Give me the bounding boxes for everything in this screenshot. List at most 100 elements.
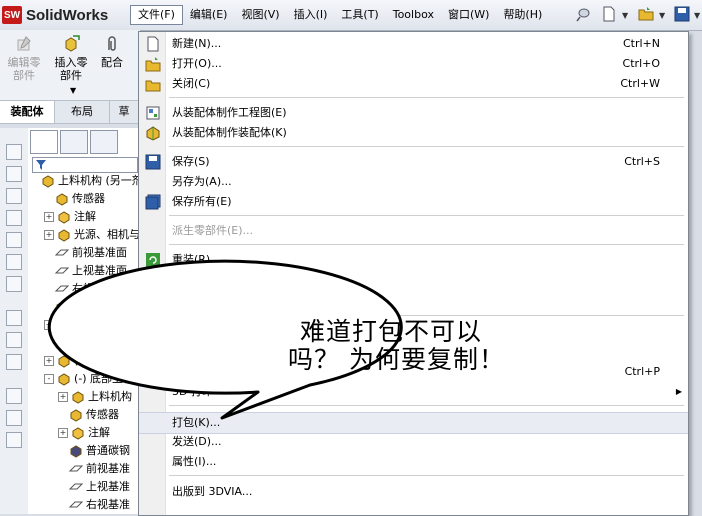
tree-node-label: 光源、相机与: [74, 228, 140, 241]
tree-node-icon: [55, 285, 69, 292]
tree-node[interactable]: 原点: [44, 298, 94, 316]
sketch-tool-icon[interactable]: [6, 332, 22, 348]
menu-item-close[interactable]: 关闭(C) Ctrl+W: [139, 74, 688, 94]
menu-item-publish-3dvia[interactable]: 出版到 3DVIA...: [139, 482, 688, 502]
tree-expand-toggle[interactable]: +: [58, 428, 68, 438]
view-cube-icon[interactable]: [6, 188, 22, 204]
filter-funnel-icon: [36, 160, 46, 170]
menu-insert[interactable]: 插入(I): [287, 5, 335, 25]
tree-node[interactable]: 上视基准: [58, 478, 130, 496]
tab-layout[interactable]: 布局: [55, 101, 110, 123]
view-cube-icon[interactable]: [6, 232, 22, 248]
tree-expand-toggle[interactable]: +: [44, 356, 54, 366]
menu-item-replace[interactable]: 替换(P)...: [139, 270, 688, 290]
menu-file[interactable]: 文件(F): [130, 5, 183, 25]
view-cube-icon[interactable]: [6, 210, 22, 226]
menu-item-properties[interactable]: 属性(I)...: [139, 452, 688, 472]
tree-node-icon: [58, 229, 70, 242]
view-cube-icon[interactable]: [6, 144, 22, 160]
tree-node-label: 上料机构 (另一剂: [58, 174, 140, 187]
tree-node-label: 传感器: [86, 408, 119, 421]
tree-node-icon: [58, 211, 70, 224]
open-dropdown-icon[interactable]: ▼: [659, 11, 665, 20]
view-cube-icon[interactable]: [6, 276, 22, 292]
tree-expand-toggle[interactable]: +: [58, 392, 68, 402]
menu-item-new[interactable]: 新建(N)... Ctrl+N: [139, 34, 688, 54]
menu-toolbox[interactable]: Toolbox: [386, 5, 441, 25]
tree-node[interactable]: 前视基准: [58, 460, 130, 478]
tree-filter-box[interactable]: [32, 157, 138, 173]
mate-button[interactable]: 配合: [96, 34, 128, 69]
menu-item-save[interactable]: 保存(S) Ctrl+S: [139, 152, 688, 172]
menu-item-save-as[interactable]: 另存为(A)...: [139, 172, 688, 192]
menu-item-send[interactable]: 发送(D)...: [139, 432, 688, 452]
menu-item-label: 另存为(A)...: [172, 175, 232, 188]
menu-edit[interactable]: 编辑(E): [183, 5, 235, 25]
menu-item-open[interactable]: 打开(O)... Ctrl+O: [139, 54, 688, 74]
tree-node[interactable]: - (-) 底部上料: [44, 370, 134, 388]
tree-node[interactable]: + 上料机构: [58, 388, 132, 406]
tree-node[interactable]: + 注解: [44, 208, 96, 226]
menu-item-label: 打包(K)...: [172, 416, 221, 429]
tree-node[interactable]: + (-) 上料板<1: [44, 316, 139, 334]
edit-component-button[interactable]: 编辑零部件: [4, 34, 44, 82]
app-logo: SW SolidWorks: [2, 5, 108, 25]
menu-separator: [169, 215, 684, 216]
tree-node-icon: [58, 355, 70, 368]
tree-node-icon: [42, 175, 54, 188]
tree-expand-toggle[interactable]: +: [44, 230, 54, 240]
layer-tool-icon[interactable]: [6, 388, 22, 404]
tree-node[interactable]: 传感器: [44, 190, 105, 208]
save-dropdown-icon[interactable]: ▼: [694, 11, 700, 20]
feature-tree-tab-icon[interactable]: [30, 130, 58, 154]
menu-window[interactable]: 窗口(W): [441, 5, 496, 25]
insert-component-dropdown-icon[interactable]: ▼: [70, 86, 76, 95]
view-cube-icon[interactable]: [6, 254, 22, 270]
menu-view[interactable]: 视图(V): [234, 5, 286, 25]
configuration-tab-icon[interactable]: [90, 130, 118, 154]
tab-sketch[interactable]: 草: [110, 101, 139, 123]
layer-tool-icon[interactable]: [6, 432, 22, 448]
sketch-tool-icon[interactable]: [6, 310, 22, 326]
menu-help[interactable]: 帮助(H): [496, 5, 549, 25]
tree-node[interactable]: (-) A_CXSM20: [44, 334, 140, 352]
sketch-tool-icon[interactable]: [6, 354, 22, 370]
tree-node[interactable]: 传感器: [58, 406, 119, 424]
save-icon[interactable]: [673, 5, 691, 23]
property-tab-icon[interactable]: [60, 130, 88, 154]
tab-assembly[interactable]: 装配体: [0, 101, 55, 123]
tree-node[interactable]: 右视基准面: [44, 280, 127, 298]
new-dropdown-icon[interactable]: ▼: [622, 11, 628, 20]
tree-node-label: 前视基准: [86, 462, 130, 475]
insert-component-button[interactable]: 插入零部件: [50, 34, 92, 82]
menu-item-save-all[interactable]: 保存所有(E): [139, 192, 688, 212]
tree-node[interactable]: + 光源、相机与: [44, 226, 140, 244]
tree-node[interactable]: 右视基准: [58, 496, 130, 514]
menu-item-find-references[interactable]: 查找相关文件(F)...: [139, 290, 688, 310]
tree-node[interactable]: + (-) 小盖工件: [44, 352, 134, 370]
menu-item-make-drawing[interactable]: 从装配体制作工程图(E): [139, 103, 688, 123]
menu-item-derive-part: 派生零部件(E)...: [139, 221, 688, 241]
tree-node[interactable]: + 注解: [58, 424, 110, 442]
open-folder-icon[interactable]: [637, 5, 655, 23]
menu-item-pack-and-go[interactable]: 打包(K)...: [139, 412, 688, 434]
tree-expand-toggle[interactable]: -: [44, 374, 54, 384]
menu-item-shortcut: Ctrl+P: [624, 365, 660, 378]
tree-expand-toggle[interactable]: +: [44, 320, 54, 330]
menu-item-make-assembly[interactable]: 从装配体制作装配体(K): [139, 123, 688, 143]
new-document-icon[interactable]: [600, 5, 618, 23]
tree-node[interactable]: 上料机构 (另一剂: [30, 172, 140, 190]
menu-tools[interactable]: 工具(T): [334, 5, 385, 25]
pin-icon[interactable]: [575, 5, 593, 23]
layer-tool-icon[interactable]: [6, 410, 22, 426]
menu-item-3d-print[interactable]: 3D 打印 ▶: [139, 382, 688, 402]
view-cube-icon[interactable]: [6, 166, 22, 182]
tree-node[interactable]: 上视基准面: [44, 262, 127, 280]
tree-node[interactable]: 前视基准面: [44, 244, 127, 262]
tree-node[interactable]: 普通碳钢: [58, 442, 130, 460]
menu-item-reload[interactable]: 重装(R)...: [139, 250, 688, 270]
tree-expand-toggle[interactable]: +: [44, 212, 54, 222]
